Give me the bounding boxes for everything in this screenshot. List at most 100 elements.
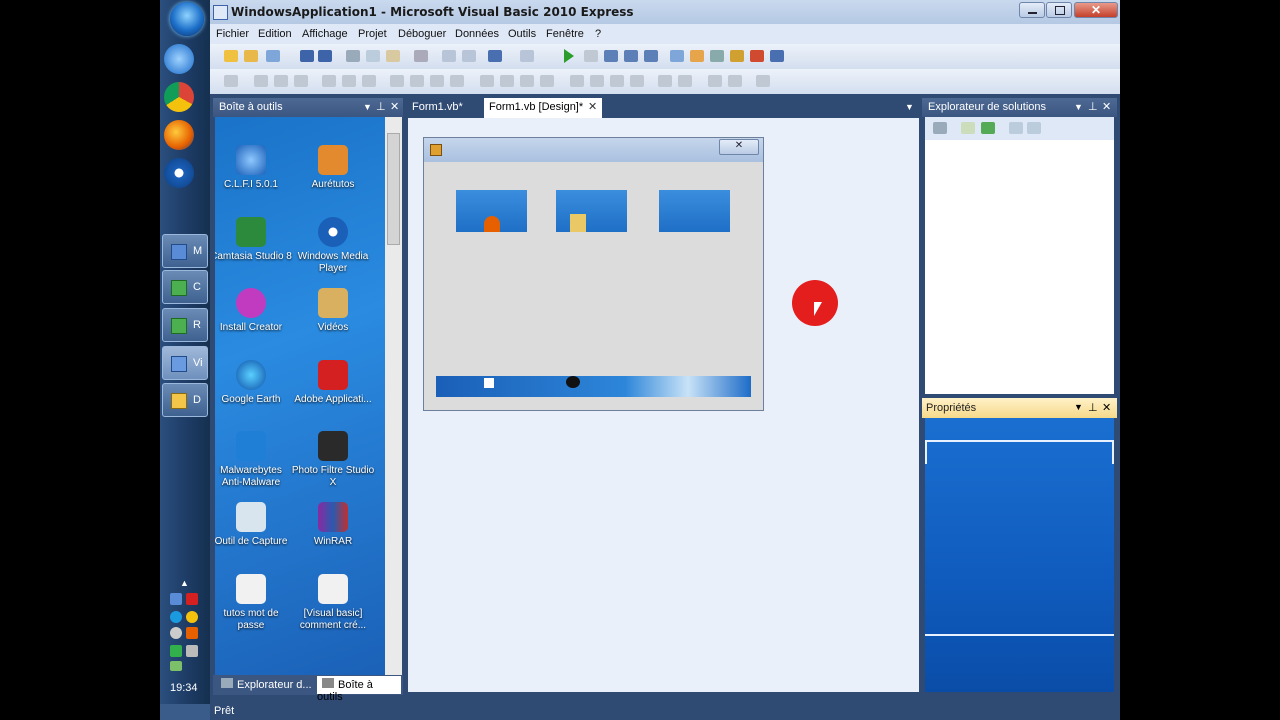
desktop-icon[interactable]: Vidéos xyxy=(291,288,375,334)
restore-button[interactable] xyxy=(1046,2,1072,18)
tab-solution-explorer-bottom[interactable]: Explorateur d... xyxy=(221,678,312,696)
show-desktop-button[interactable] xyxy=(160,704,210,720)
menu-fichier[interactable]: Fichier xyxy=(216,28,249,40)
desktop-icon[interactable]: Google Earth xyxy=(215,360,293,406)
network-icon[interactable] xyxy=(170,611,182,623)
increase-h-spacing-icon[interactable] xyxy=(500,75,514,87)
solution-explorer-icon[interactable] xyxy=(670,50,684,62)
tray-app-icon[interactable] xyxy=(170,593,182,605)
step-into-icon[interactable] xyxy=(604,50,618,62)
vb-app-icon[interactable] xyxy=(213,5,228,20)
align-rights-icon[interactable] xyxy=(294,75,308,87)
save-icon[interactable] xyxy=(300,50,314,62)
show-hidden-icons[interactable]: ▲ xyxy=(180,578,189,588)
desktop-icon[interactable]: Windows Media Player xyxy=(291,217,375,275)
properties-icon[interactable] xyxy=(690,50,704,62)
align-tops-icon[interactable] xyxy=(322,75,336,87)
undo-icon[interactable] xyxy=(488,50,502,62)
desktop-icon[interactable]: Outil de Capture xyxy=(215,502,293,548)
scroll-thumb[interactable] xyxy=(387,133,400,245)
toolbox-scrollbar[interactable] xyxy=(385,117,402,675)
send-to-back-icon[interactable] xyxy=(728,75,742,87)
close-icon[interactable]: ✕ xyxy=(1102,401,1111,414)
tab-form1-design[interactable]: Form1.vb [Design]* ✕ xyxy=(484,98,602,118)
remove-v-spacing-icon[interactable] xyxy=(630,75,644,87)
active-files-dropdown-icon[interactable]: ▼ xyxy=(905,102,914,112)
taskbar-button-3[interactable]: R xyxy=(162,308,208,342)
close-icon[interactable]: ✕ xyxy=(390,100,399,113)
battery-icon[interactable] xyxy=(170,645,182,657)
align-to-grid-icon[interactable] xyxy=(224,75,238,87)
step-out-icon[interactable] xyxy=(644,50,658,62)
pin-icon[interactable]: ⊥ xyxy=(376,100,386,113)
increase-v-spacing-icon[interactable] xyxy=(590,75,604,87)
start-button[interactable] xyxy=(170,2,204,36)
redo-icon[interactable] xyxy=(520,50,534,62)
dropdown-icon[interactable]: ▼ xyxy=(1074,402,1083,412)
center-horizontally-icon[interactable] xyxy=(658,75,672,87)
close-icon[interactable]: ✕ xyxy=(1102,100,1111,113)
minimize-button[interactable] xyxy=(1019,2,1045,18)
comment-icon[interactable] xyxy=(442,50,456,62)
desktop-icon[interactable]: C.L.F.I 5.0.1 xyxy=(215,145,293,191)
menu-projet[interactable]: Projet xyxy=(358,28,387,40)
internet-explorer-icon[interactable] xyxy=(164,44,194,74)
remove-h-spacing-icon[interactable] xyxy=(540,75,554,87)
taskbar-button-2[interactable]: C xyxy=(162,270,208,304)
refresh-icon[interactable] xyxy=(981,122,995,134)
menu-fenetre[interactable]: Fenêtre xyxy=(546,28,584,40)
cut-icon[interactable] xyxy=(346,50,360,62)
menu-deboguer[interactable]: Déboguer xyxy=(398,28,446,40)
extension-manager-icon[interactable] xyxy=(770,50,784,62)
align-lefts-icon[interactable] xyxy=(254,75,268,87)
menu-edition[interactable]: Edition xyxy=(258,28,292,40)
start-page-icon[interactable] xyxy=(750,50,764,62)
solution-explorer-tree[interactable] xyxy=(925,140,1114,394)
desktop-icon[interactable]: WinRAR xyxy=(291,502,375,548)
find-icon[interactable] xyxy=(414,50,428,62)
desktop-icon[interactable]: Camtasia Studio 8 xyxy=(215,217,293,263)
desktop-icon[interactable]: Photo Filtre Studio X xyxy=(291,431,375,489)
bring-to-front-icon[interactable] xyxy=(708,75,722,87)
desktop-icon[interactable]: Install Creator xyxy=(215,288,293,334)
make-same-width-icon[interactable] xyxy=(390,75,404,87)
view-code-icon[interactable] xyxy=(1009,122,1023,134)
chrome-icon[interactable] xyxy=(164,82,194,112)
form-close-button[interactable]: ✕ xyxy=(719,139,759,155)
dropdown-icon[interactable]: ▼ xyxy=(1074,102,1083,112)
decrease-v-spacing-icon[interactable] xyxy=(610,75,624,87)
decrease-h-spacing-icon[interactable] xyxy=(520,75,534,87)
clock[interactable]: 19:34 xyxy=(170,682,198,694)
open-file-icon[interactable] xyxy=(244,50,258,62)
uncomment-icon[interactable] xyxy=(462,50,476,62)
align-centers-icon[interactable] xyxy=(274,75,288,87)
desktop-icon[interactable]: Aurétutos xyxy=(291,145,375,191)
vertical-spacing-icon[interactable] xyxy=(570,75,584,87)
desktop-icon[interactable]: tutos mot de passe xyxy=(215,574,293,632)
firefox-icon[interactable] xyxy=(164,120,194,150)
picturebox-blank[interactable] xyxy=(659,190,730,232)
picturebox-folder[interactable] xyxy=(556,190,627,232)
pin-icon[interactable]: ⊥ xyxy=(1088,100,1098,113)
make-same-height-icon[interactable] xyxy=(410,75,424,87)
save-all-icon[interactable] xyxy=(318,50,332,62)
new-project-icon[interactable] xyxy=(224,50,238,62)
desktop-icon[interactable]: [Visual basic] comment cré... xyxy=(291,574,375,632)
add-item-icon[interactable] xyxy=(266,50,280,62)
flag-icon[interactable] xyxy=(186,627,198,639)
properties-grid[interactable] xyxy=(925,418,1114,692)
close-tab-icon[interactable]: ✕ xyxy=(588,100,597,113)
properties-icon[interactable] xyxy=(933,122,947,134)
media-player-icon[interactable] xyxy=(164,158,194,188)
toolbox-icon[interactable] xyxy=(730,50,744,62)
size-to-grid-icon[interactable] xyxy=(450,75,464,87)
tab-order-icon[interactable] xyxy=(756,75,770,87)
taskbar-button-4[interactable]: Vi xyxy=(162,346,208,380)
tab-toolbox-bottom[interactable]: Boîte à outils xyxy=(317,676,401,703)
align-bottoms-icon[interactable] xyxy=(362,75,376,87)
desktop-icon[interactable]: Malwarebytes Anti-Malware xyxy=(215,431,293,489)
menu-outils[interactable]: Outils xyxy=(508,28,536,40)
start-debugging-icon[interactable] xyxy=(564,49,574,63)
paste-icon[interactable] xyxy=(386,50,400,62)
view-designer-icon[interactable] xyxy=(1027,122,1041,134)
